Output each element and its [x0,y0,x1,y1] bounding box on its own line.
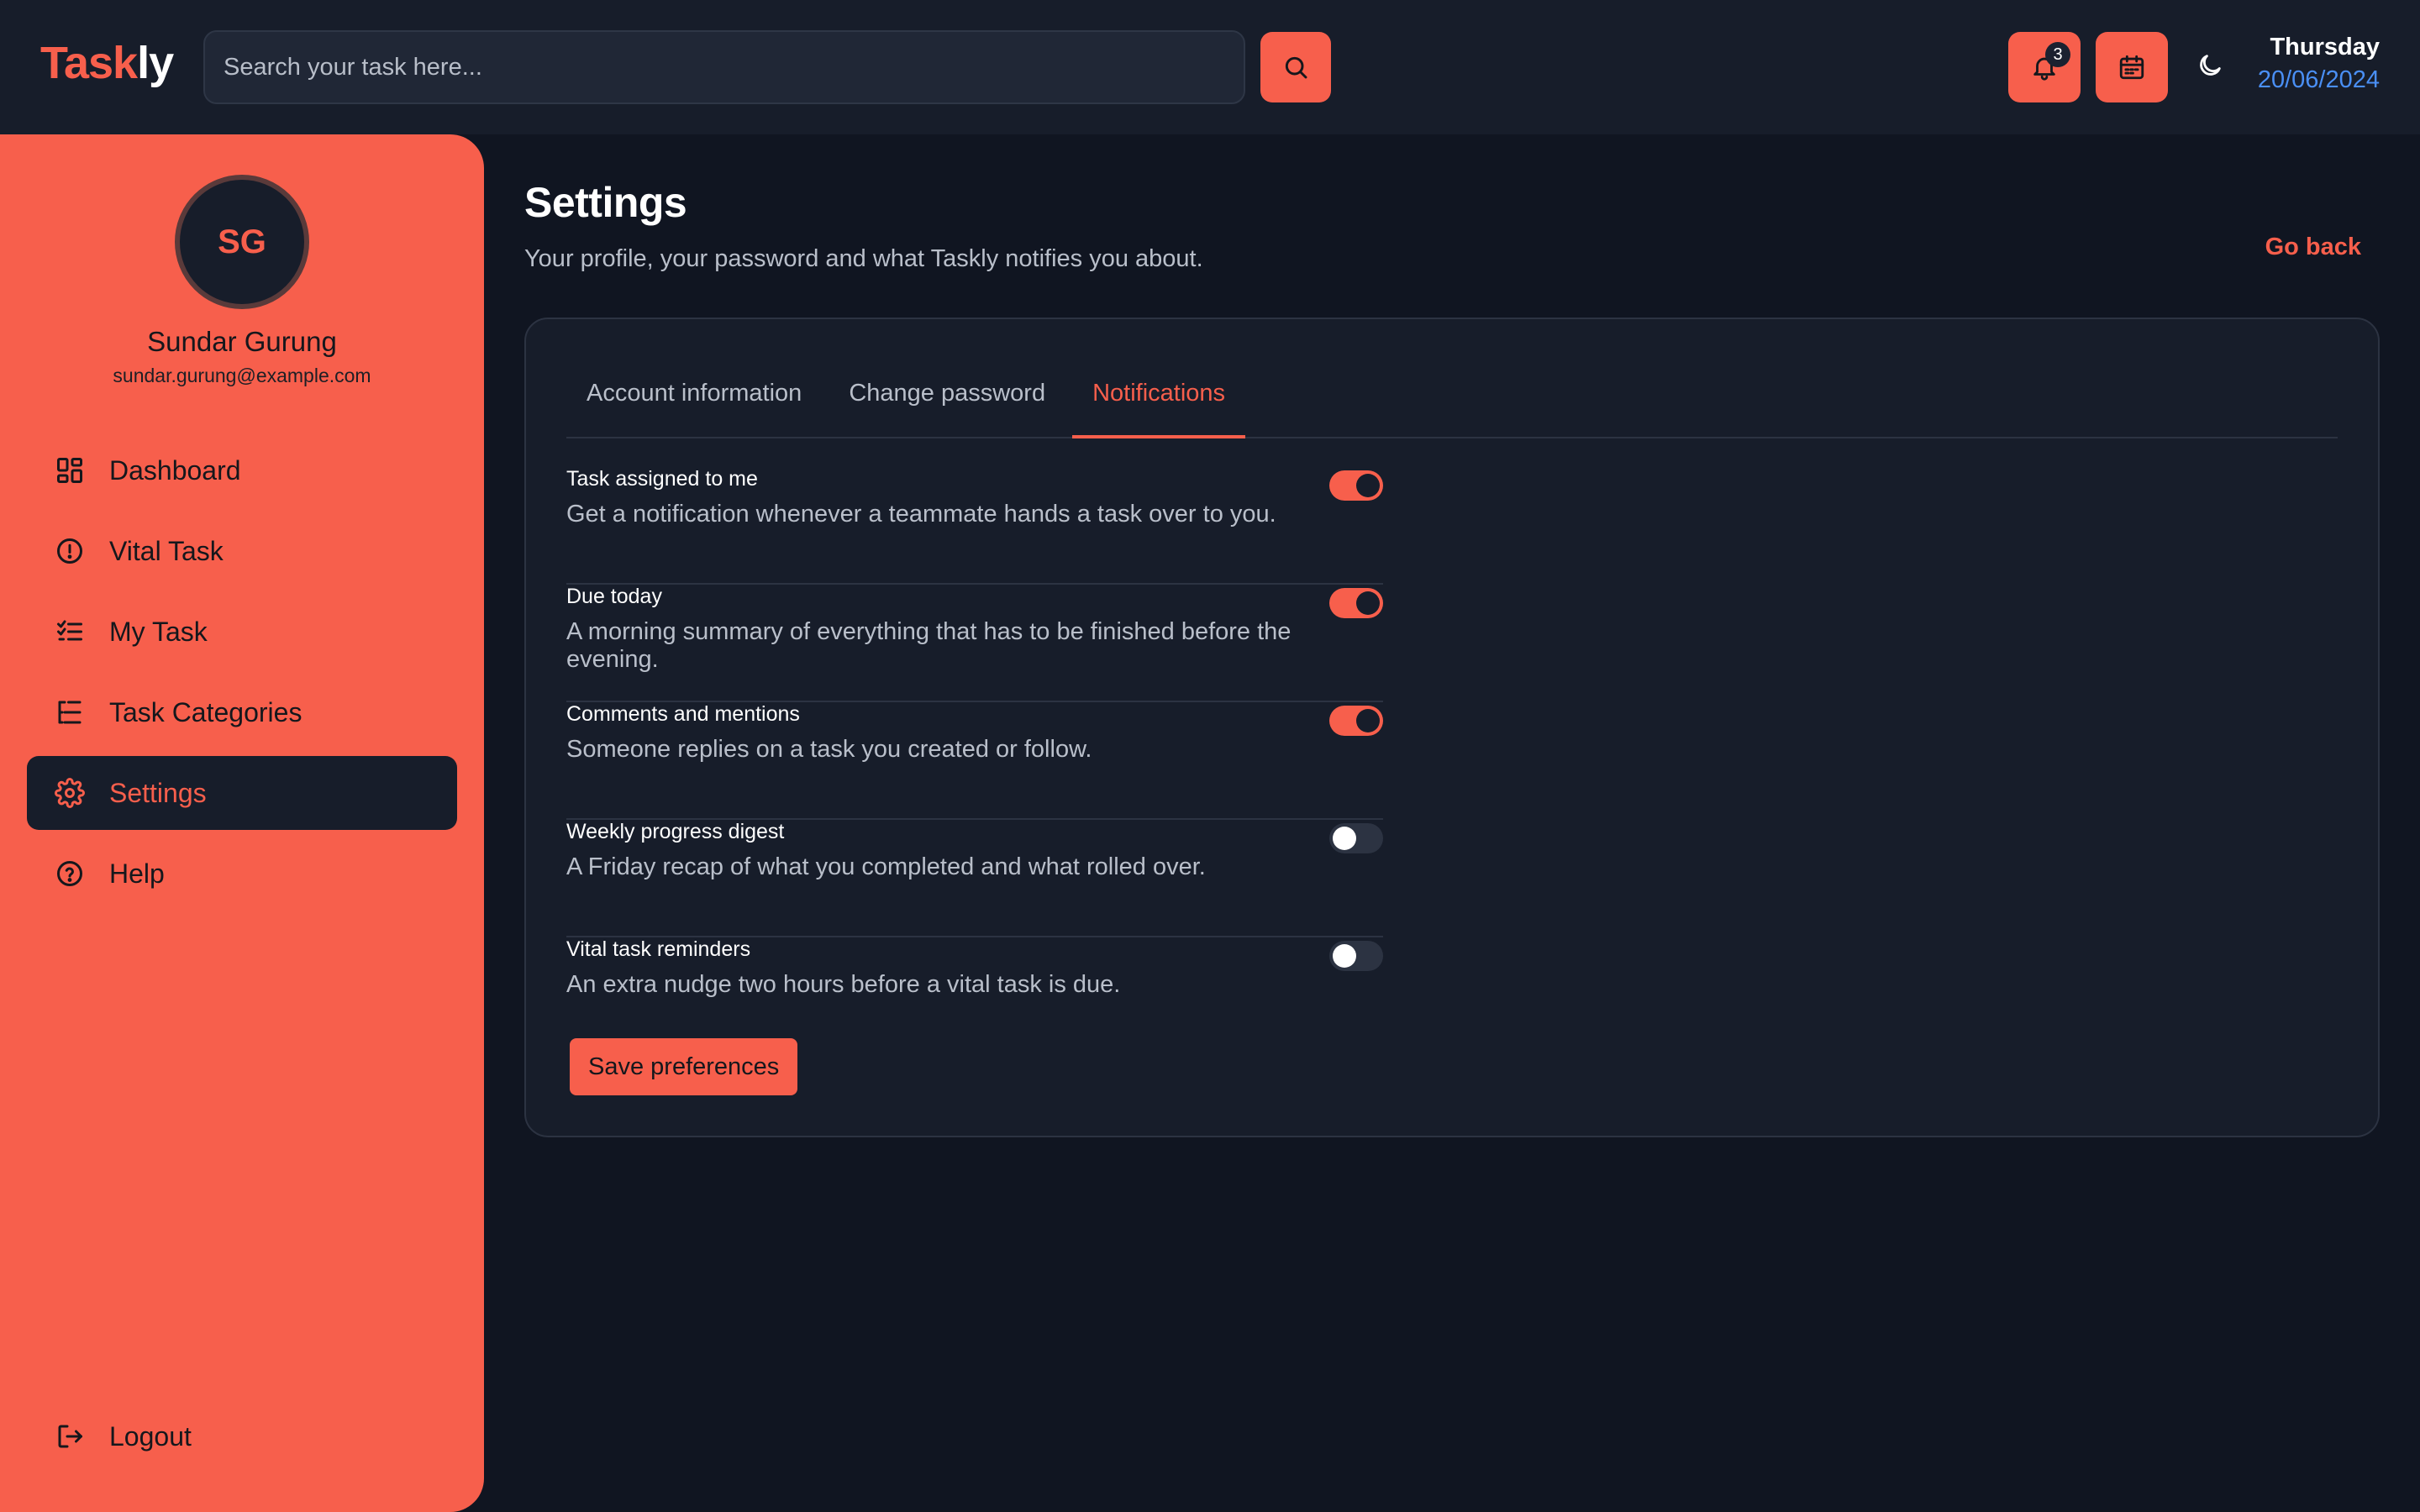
sidebar-item-label: Settings [109,777,207,808]
notification-description: Get a notification whenever a teammate h… [566,501,1276,528]
sidebar-item-task-categories[interactable]: Task Categories [27,675,457,749]
logout-label: Logout [109,1420,192,1452]
app: Taskly 3 Thursday 20/06/2024 SG Sundar G… [0,0,2420,1512]
notification-preferences-list: Task assigned to me Get a notification w… [566,467,1383,1055]
dashboard-icon [54,454,86,486]
sidebar-item-my-task[interactable]: My Task [27,595,457,669]
tab-account-information[interactable]: Account information [566,371,822,438]
comments-mentions-toggle[interactable] [1329,706,1383,736]
weekly-digest-toggle[interactable] [1329,823,1383,853]
notification-count-badge: 3 [2045,42,2070,67]
logout-icon [54,1420,86,1452]
notification-row: Weekly progress digest A Friday recap of… [566,820,1383,937]
task-assigned-toggle[interactable] [1329,470,1383,501]
sidebar-item-label: My Task [109,616,208,647]
toggle-knob [1356,709,1380,732]
theme-toggle-button[interactable] [2193,49,2227,82]
notifications-button[interactable]: 3 [2008,32,2081,102]
weekday-label: Thursday [2270,34,2380,60]
calendar-button[interactable] [2096,32,2168,102]
sidebar-item-label: Help [109,858,165,889]
tab-change-password[interactable]: Change password [829,371,1065,438]
categories-icon [54,696,86,728]
toggle-knob [1356,474,1380,497]
tab-notifications[interactable]: Notifications [1072,371,1246,438]
notification-row: Due today A morning summary of everythin… [566,585,1383,702]
notification-description: A morning summary of everything that has… [566,618,1292,673]
notification-description: Someone replies on a task you created or… [566,736,1092,763]
sidebar-item-label: Vital Task [109,535,224,566]
help-icon [54,858,86,890]
notification-title: Comments and mentions [566,702,800,726]
sidebar-item-label: Dashboard [109,454,241,486]
checklist-icon [54,616,86,648]
notification-description: An extra nudge two hours before a vital … [566,971,1121,998]
sidebar-item-settings[interactable]: Settings [27,756,457,830]
notification-title: Weekly progress digest [566,820,785,843]
toggle-knob [1333,827,1356,850]
date-label: 20/06/2024 [2257,66,2380,93]
notification-row: Task assigned to me Get a notification w… [566,467,1383,585]
notification-row: Vital task reminders An extra nudge two … [566,937,1383,1055]
top-header: Taskly 3 Thursday 20/06/2024 [0,0,2420,134]
calendar-icon [2119,55,2144,80]
avatar[interactable]: SG [175,175,309,309]
notification-row: Comments and mentions Someone replies on… [566,702,1383,820]
date-display: Thursday 20/06/2024 [2258,34,2380,94]
notification-description: A Friday recap of what you completed and… [566,853,1206,880]
alert-circle-icon [54,535,86,567]
toggle-knob [1356,591,1380,615]
user-email: sundar.gurung@example.com [113,365,371,386]
logo-text-ly: ly [137,38,174,88]
search-icon [1285,56,1307,79]
sidebar-item-help[interactable]: Help [27,837,457,911]
save-preferences-button[interactable]: Save preferences [570,1038,798,1095]
moon-icon [2200,55,2221,76]
logo-text-task: Task [40,38,138,88]
logout-button[interactable]: Logout [27,1399,457,1473]
settings-card: Account information Change password Noti… [524,318,2380,1137]
gear-icon [54,777,86,809]
sidebar-item-dashboard[interactable]: Dashboard [27,433,457,507]
sidebar-item-label: Task Categories [109,696,302,727]
go-back-link[interactable]: Go back [2265,234,2361,261]
vital-reminders-toggle[interactable] [1329,941,1383,971]
notification-title: Vital task reminders [566,937,751,961]
page-title: Settings [524,179,687,226]
notification-title: Task assigned to me [566,467,758,491]
sidebar-nav: Dashboard Vital Task My Task Task Catego… [27,433,457,917]
sidebar-item-vital-task[interactable]: Vital Task [27,514,457,588]
sidebar: SG Sundar Gurung sundar.gurung@example.c… [0,134,484,1512]
app-logo[interactable]: Taskly [40,37,174,89]
toggle-knob [1333,944,1356,968]
notification-title: Due today [566,585,662,608]
settings-tabs: Account information Change password Noti… [566,371,2338,438]
search-button[interactable] [1260,32,1331,102]
page-subtitle: Your profile, your password and what Tas… [524,245,1203,272]
avatar-initials: SG [218,223,266,260]
search-input[interactable] [203,30,1245,104]
user-name: Sundar Gurung [147,326,337,357]
due-today-toggle[interactable] [1329,588,1383,618]
